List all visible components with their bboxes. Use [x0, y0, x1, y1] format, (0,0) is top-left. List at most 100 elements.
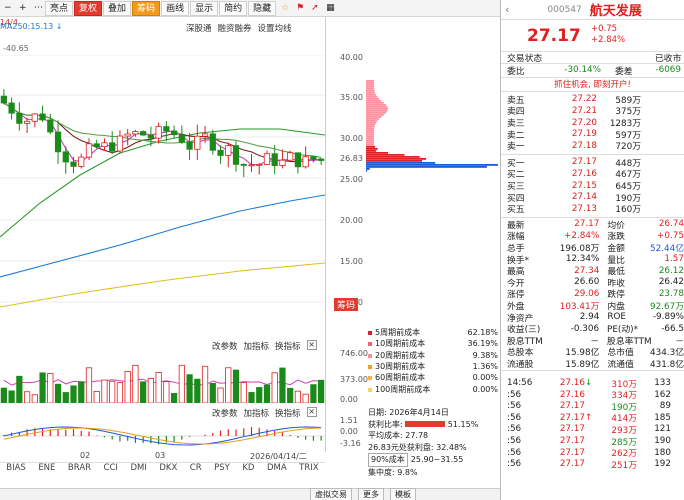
volume-bar [23, 391, 31, 403]
stat-row: 股息TTM －股息率TTM － [507, 336, 684, 347]
tab-dmi[interactable]: DMI [130, 463, 146, 476]
open-account-link[interactable]: 抓住机会, 即刻开户! [501, 78, 684, 92]
legend-dot [368, 342, 372, 347]
volume-bar [101, 379, 108, 403]
chip-bar [366, 114, 384, 116]
cost-select[interactable]: 90%成本 [368, 453, 408, 467]
chip-bar [366, 104, 386, 106]
tab-psy[interactable]: PSY [214, 463, 230, 476]
more-button[interactable]: 更多 [358, 488, 384, 500]
macd-add-indicator[interactable]: 加指标 [244, 407, 270, 419]
candle-body [240, 163, 247, 166]
macd-edit-params[interactable]: 改参数 [212, 407, 238, 419]
change-value: +0.75 [591, 24, 618, 34]
tab-bias[interactable]: BIAS [6, 463, 26, 476]
tab-cci[interactable]: CCI [104, 463, 118, 476]
volume-bar [78, 381, 85, 403]
order-row: 买二 27.16 467万 [507, 168, 641, 181]
chip-bar [366, 116, 382, 118]
indicator-tabs: BIAS ENE BRAR CCI DMI DKX CR PSY KD DMA … [0, 462, 325, 476]
legend-row: 20周期前成本 9.38% [368, 350, 498, 361]
simple-button[interactable]: 简约 [219, 0, 248, 16]
volume-bar [186, 374, 193, 403]
flag-icon[interactable]: ⚑ [292, 1, 306, 16]
candle-body [16, 112, 23, 124]
order-row: 卖五 27.22 589万 [507, 94, 641, 106]
chip-bar [366, 126, 375, 128]
change-pct: +2.84% [591, 35, 626, 45]
chevron-left-icon[interactable]: ‹ [505, 3, 509, 16]
vol-add-indicator[interactable]: 加指标 [244, 340, 270, 352]
chip-bar [366, 100, 382, 102]
tick-row: :56 27.17 293万 121 [507, 424, 671, 436]
dots-icon[interactable]: ⋯ [30, 1, 44, 16]
arrow-icon[interactable]: ➚ [307, 1, 321, 16]
link-hk-connect[interactable]: 深股通 [186, 22, 212, 34]
candle-body [163, 126, 170, 132]
volume-bar [217, 387, 224, 403]
minus-icon[interactable]: − [0, 1, 14, 16]
volume-bar [194, 378, 201, 403]
display-button[interactable]: 显示 [190, 0, 219, 16]
hide-button[interactable]: 隐藏 [248, 0, 277, 16]
legend-row: 30周期前成本 1.36% [368, 361, 498, 372]
tab-kd[interactable]: KD [242, 463, 254, 476]
candle-body [93, 143, 100, 148]
stat-row: 最高 27.34 最低 26.12 [507, 265, 684, 278]
legend-dot [368, 331, 372, 336]
chip-bar [366, 84, 375, 86]
volume-bar [31, 394, 38, 403]
tab-ene[interactable]: ENE [38, 463, 55, 476]
legend-dot [368, 387, 372, 392]
template-button[interactable]: 模板 [390, 488, 416, 500]
candle-body [0, 95, 7, 104]
candle-body [201, 133, 209, 137]
chip-bar [366, 82, 375, 84]
tab-cr[interactable]: CR [190, 463, 202, 476]
overlay-button[interactable]: 叠加 [103, 0, 132, 16]
macd-switch-indicator[interactable]: 换指标 [275, 407, 301, 419]
link-set-ma[interactable]: 设置均线 [258, 22, 292, 34]
vol-edit-params[interactable]: 改参数 [212, 340, 238, 352]
chip-bar [366, 92, 376, 94]
kline-chart-area[interactable]: 14/4 MA250:15.13 ↓ 深股通 融资融券 设置均线 -40.65 … [0, 0, 325, 500]
tab-dkx[interactable]: DKX [159, 463, 177, 476]
chip-bar [366, 88, 375, 90]
candle-body [47, 119, 54, 133]
star-icon[interactable]: ☆ [277, 1, 291, 16]
last-price: 27.17 [527, 26, 581, 46]
close-icon[interactable]: × [306, 340, 317, 350]
volume-bar [132, 364, 139, 403]
vol-switch-indicator[interactable]: 换指标 [275, 340, 301, 352]
quote-panel: ‹ 000547 航天发展 27.17 +0.75 +2.84% 交易状态 已收市 … [500, 0, 684, 500]
tick-row: :56 27.17 262万 180 [507, 447, 671, 460]
chip-bar [366, 132, 375, 134]
tab-brar[interactable]: BRAR [68, 463, 91, 476]
chips-button[interactable]: 筹码 [132, 0, 161, 16]
legend-dot [368, 365, 372, 370]
tab-trix[interactable]: TRIX [299, 463, 318, 476]
chip-bar [366, 166, 487, 168]
plus-icon[interactable]: + [15, 1, 29, 16]
stat-row: 总手 196.08万 金额 52.44亿 [507, 244, 684, 255]
draw-button[interactable]: 画线 [161, 0, 190, 16]
price-low-label: -40.65 [3, 44, 29, 53]
chips-label[interactable]: 筹码 [334, 298, 359, 311]
stock-code: 000547 [547, 4, 582, 15]
adjust-button[interactable]: 复权 [74, 0, 103, 16]
order-row: 买一 27.17 448万 [507, 157, 641, 169]
grid-icon[interactable]: ▦ [322, 1, 336, 16]
chip-bar [366, 124, 376, 126]
chip-bar [366, 150, 377, 152]
highlight-button[interactable]: 亮点 [45, 0, 74, 16]
chip-bar [366, 110, 388, 112]
close-icon[interactable]: × [306, 407, 317, 417]
macd-header: 改参数 加指标 换指标 × [212, 407, 317, 419]
tab-dma[interactable]: DMA [267, 463, 287, 476]
virtual-trade-button[interactable]: 虚拟交易 [310, 488, 352, 500]
candle-body [116, 135, 124, 152]
link-margin[interactable]: 融资融券 [218, 22, 252, 34]
candle-body [263, 153, 271, 165]
volume-bar [263, 384, 271, 403]
legend-row: 60周期前成本 0.00% [368, 372, 498, 383]
